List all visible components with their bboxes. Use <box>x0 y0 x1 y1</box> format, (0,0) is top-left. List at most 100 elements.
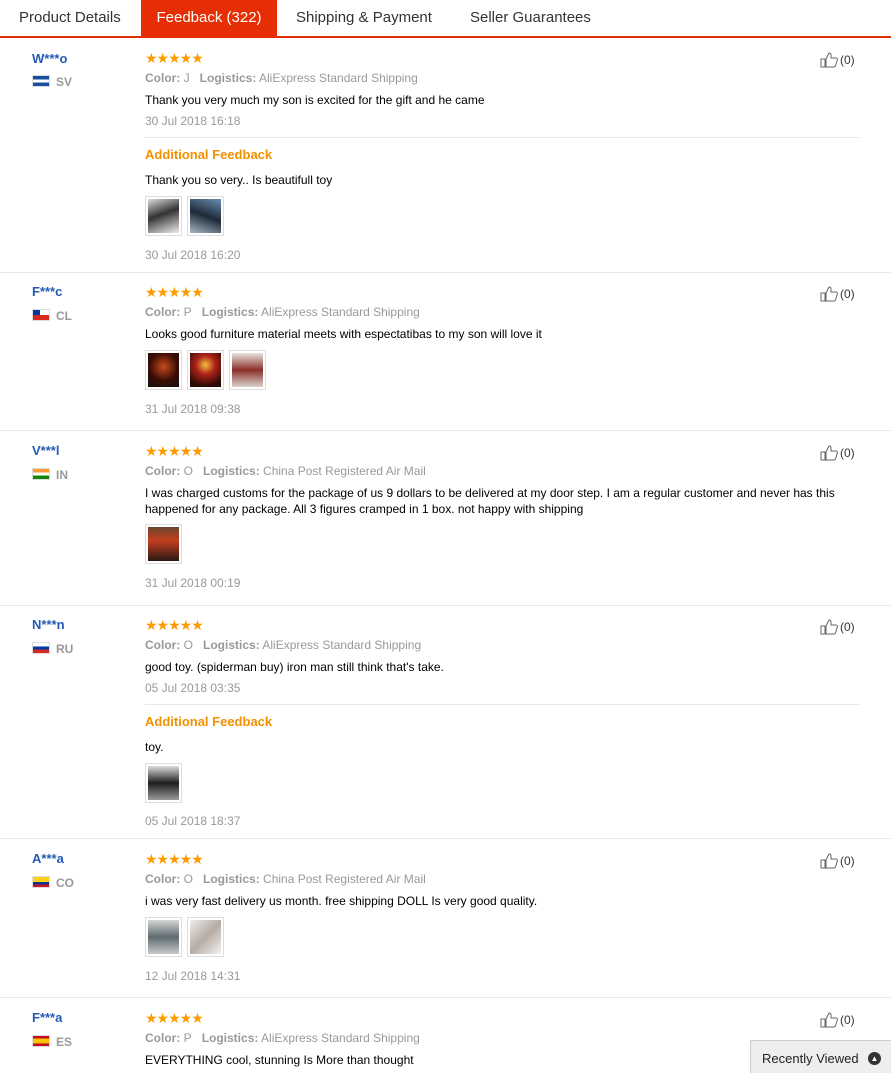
flag-cl-icon <box>32 309 50 321</box>
review-divider <box>0 997 891 998</box>
helpful-button[interactable]: (0) <box>820 52 855 68</box>
review-date: 12 Jul 2018 14:31 <box>145 969 241 983</box>
reviewer-name[interactable]: A***a <box>32 851 64 866</box>
additional-feedback-date: 30 Jul 2018 16:20 <box>145 248 241 262</box>
review-photos <box>145 763 182 803</box>
tab-bar: Product Details Feedback (322) Shipping … <box>0 0 891 38</box>
flag-in-icon <box>32 468 50 480</box>
reviewer-name[interactable]: V***l <box>32 443 59 458</box>
star-rating: ★★★★★ <box>145 284 204 300</box>
helpful-count: (0) <box>840 287 855 301</box>
helpful-count: (0) <box>840 854 855 868</box>
recently-viewed-button[interactable]: Recently Viewed ▲ <box>750 1040 891 1073</box>
reviewer-name[interactable]: F***a <box>32 1010 62 1025</box>
helpful-button[interactable]: (0) <box>820 853 855 869</box>
additional-feedback-text: toy. <box>145 740 164 754</box>
helpful-button[interactable]: (0) <box>820 619 855 635</box>
color-value: O <box>183 872 194 886</box>
reviewer-country: IN <box>32 468 68 482</box>
review-text: i was very fast delivery us month. free … <box>145 894 538 908</box>
reviewer-name[interactable]: W***o <box>32 51 67 66</box>
country-code: RU <box>56 642 74 656</box>
review-divider <box>0 838 891 839</box>
review-photo[interactable] <box>145 350 182 390</box>
thumbs-up-icon <box>820 286 838 302</box>
country-code: SV <box>56 75 73 89</box>
color-value: P <box>183 305 192 319</box>
country-code: IN <box>56 468 68 482</box>
tab-seller-guarantees[interactable]: Seller Guarantees <box>452 0 609 36</box>
review-text: good toy. (spiderman buy) iron man still… <box>145 660 444 674</box>
review-photo[interactable] <box>187 196 224 236</box>
review-date: 31 Jul 2018 09:38 <box>145 402 241 416</box>
reviewer-country: CL <box>32 309 72 323</box>
review-date: 05 Jul 2018 03:35 <box>145 681 241 695</box>
review-photos <box>145 524 182 564</box>
logistics-value: China Post Registered Air Mail <box>263 872 426 886</box>
helpful-button[interactable]: (0) <box>820 286 855 302</box>
review-photos <box>145 350 266 390</box>
review-meta: Color: P Logistics: AliExpress Standard S… <box>145 1031 420 1045</box>
flag-co-icon <box>32 876 50 888</box>
color-value: O <box>183 464 194 478</box>
review-photo[interactable] <box>187 917 224 957</box>
review-text: I was charged customs for the package of… <box>145 486 835 516</box>
tab-shipping-payment[interactable]: Shipping & Payment <box>278 0 450 36</box>
color-value: J <box>183 71 190 85</box>
helpful-count: (0) <box>840 620 855 634</box>
review-photo[interactable] <box>229 350 266 390</box>
review-divider <box>0 272 891 273</box>
review-date: 31 Jul 2018 00:19 <box>145 576 241 590</box>
flag-ru-icon <box>32 642 50 654</box>
recently-viewed-label: Recently Viewed <box>762 1051 859 1066</box>
color-value: P <box>183 1031 192 1045</box>
review-photo[interactable] <box>145 917 182 957</box>
review-photo[interactable] <box>187 350 224 390</box>
thumbs-up-icon <box>820 1012 838 1028</box>
reviewer-country: SV <box>32 75 72 89</box>
reviewer-name[interactable]: N***n <box>32 617 65 632</box>
review-photo[interactable] <box>145 524 182 564</box>
flag-sv-icon <box>32 75 50 87</box>
helpful-count: (0) <box>840 53 855 67</box>
tab-product-details[interactable]: Product Details <box>1 0 139 36</box>
divider <box>145 137 860 138</box>
review-meta: Color: J Logistics: AliExpress Standard S… <box>145 71 418 85</box>
thumbs-up-icon <box>820 445 838 461</box>
review-divider <box>0 605 891 606</box>
country-code: CO <box>56 876 74 890</box>
reviewer-name[interactable]: F***c <box>32 284 62 299</box>
helpful-count: (0) <box>840 1013 855 1027</box>
review-photo[interactable] <box>145 196 182 236</box>
logistics-value: AliExpress Standard Shipping <box>261 305 420 319</box>
review-photos <box>145 917 224 957</box>
review-divider <box>0 430 891 431</box>
color-value: O <box>183 638 194 652</box>
thumbs-up-icon <box>820 853 838 869</box>
additional-feedback-heading: Additional Feedback <box>145 147 273 162</box>
star-rating: ★★★★★ <box>145 50 204 66</box>
thumbs-up-icon <box>820 52 838 68</box>
star-rating: ★★★★★ <box>145 443 204 459</box>
star-rating: ★★★★★ <box>145 851 204 867</box>
helpful-button[interactable]: (0) <box>820 1012 855 1028</box>
reviewer-country: ES <box>32 1035 72 1049</box>
chevron-up-icon: ▲ <box>868 1052 881 1065</box>
reviewer-country: CO <box>32 876 74 890</box>
review-photo[interactable] <box>145 763 182 803</box>
star-rating: ★★★★★ <box>145 1010 204 1026</box>
review-meta: Color: P Logistics: AliExpress Standard S… <box>145 305 420 319</box>
review-text: Looks good furniture material meets with… <box>145 327 542 341</box>
logistics-value: AliExpress Standard Shipping <box>261 1031 420 1045</box>
tab-feedback[interactable]: Feedback (322) <box>141 0 277 36</box>
flag-es-icon <box>32 1035 50 1047</box>
helpful-count: (0) <box>840 446 855 460</box>
helpful-button[interactable]: (0) <box>820 445 855 461</box>
star-rating: ★★★★★ <box>145 617 204 633</box>
thumbs-up-icon <box>820 619 838 635</box>
review-meta: Color: O Logistics: AliExpress Standard S… <box>145 638 422 652</box>
review-meta: Color: O Logistics: China Post Registered… <box>145 464 426 478</box>
additional-feedback-date: 05 Jul 2018 18:37 <box>145 814 241 828</box>
divider <box>145 704 860 705</box>
review-meta: Color: O Logistics: China Post Registered… <box>145 872 426 886</box>
